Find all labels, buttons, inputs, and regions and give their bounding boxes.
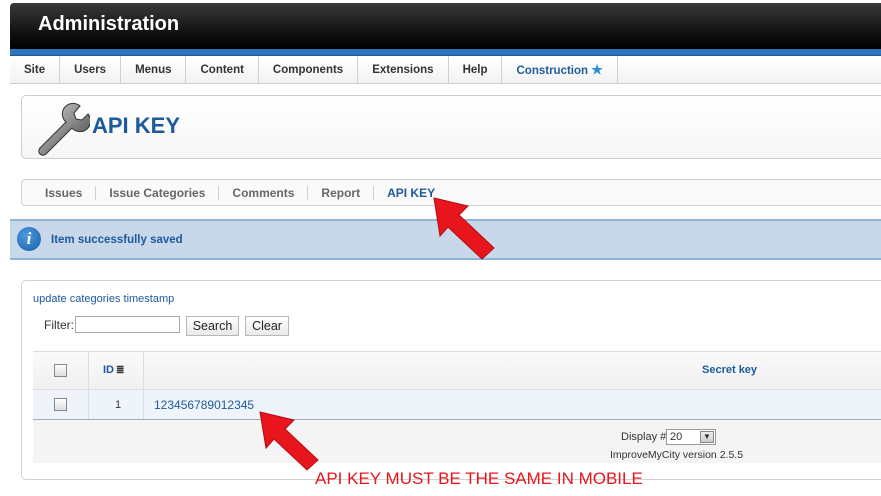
menu-extensions[interactable]: Extensions [358,56,449,84]
menu-construction[interactable]: Construction ★ [502,56,618,84]
header-accent-bar [10,49,881,56]
sort-icon: ≣ [116,365,125,376]
column-divider [88,352,89,389]
api-key-table: ID ≣ Secret key 1 123456789012345 Display… [33,351,881,463]
tab-comments[interactable]: Comments [219,185,309,200]
header-title: Administration [38,13,180,35]
column-id[interactable]: ID ≣ [103,364,124,376]
table-row: 1 123456789012345 [33,390,881,420]
menu-help[interactable]: Help [449,56,503,84]
tab-issues[interactable]: Issues [32,185,97,200]
select-all-checkbox[interactable] [54,364,67,377]
main-menu: Site Users Menus Content Components Exte… [10,56,881,84]
menu-construction-label: Construction [516,65,589,77]
column-secret-key[interactable]: Secret key [702,364,757,376]
annotation-text: API KEY MUST BE THE SAME IN MOBILE [315,469,643,488]
filter-label: Filter: [44,318,74,332]
main-content: update categories timestamp Filter: Sear… [21,280,881,480]
row-id: 1 [115,399,122,411]
tab-report[interactable]: Report [308,185,375,200]
display-label: Display # [621,431,667,443]
wrench-icon [38,102,90,156]
column-divider [88,390,89,419]
column-divider [143,352,144,389]
table-footer: Display # 20 ▼ ImproveMyCity version 2.5… [33,420,881,463]
version-text: ImproveMyCity version 2.5.5 [610,449,744,461]
page-title: API KEY [92,113,181,138]
row-checkbox[interactable] [54,398,67,411]
tab-issue-categories[interactable]: Issue Categories [96,185,220,200]
display-count-value: 20 [670,431,683,443]
info-icon: i [17,227,41,251]
star-icon: ★ [591,62,603,77]
message-text: Item successfully saved [51,234,183,246]
menu-content[interactable]: Content [186,56,259,84]
menu-site[interactable]: Site [10,56,61,84]
admin-header: Administration [10,3,881,49]
secret-key-value[interactable]: 123456789012345 [154,398,254,412]
menu-users[interactable]: Users [60,56,122,84]
annotation-arrow-icon [259,411,319,471]
column-id-label: ID [103,364,114,376]
page-title-box: API KEY [21,95,881,159]
update-categories-link[interactable]: update categories timestamp [33,293,174,305]
search-button[interactable]: Search [186,316,239,336]
column-divider [143,390,144,419]
chevron-down-icon: ▼ [700,431,714,443]
table-header: ID ≣ Secret key [33,351,881,390]
annotation-arrow-icon [433,197,495,260]
display-count-select[interactable]: 20 ▼ [666,429,716,445]
menu-menus[interactable]: Menus [121,56,187,84]
filter-input[interactable] [75,316,180,333]
clear-button[interactable]: Clear [245,316,289,336]
menu-components[interactable]: Components [259,56,359,84]
